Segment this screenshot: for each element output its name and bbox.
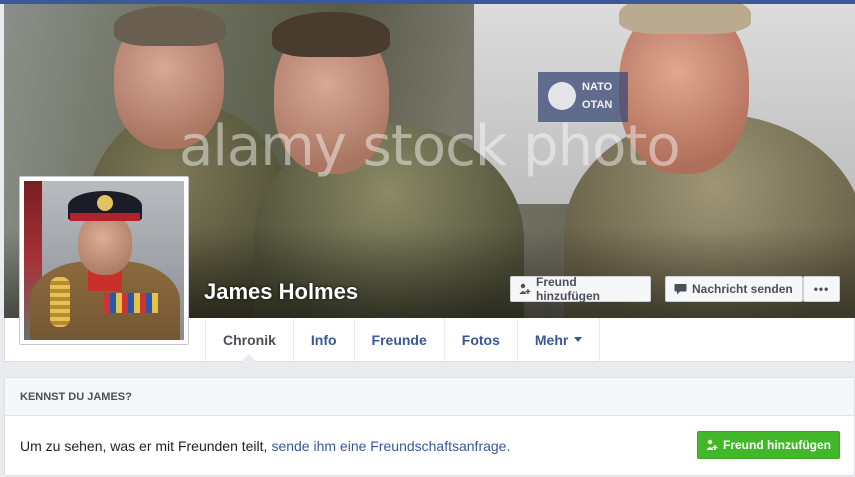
card-header: KENNST DU JAMES? <box>5 378 854 416</box>
chat-bubble-icon <box>674 284 687 295</box>
tab-mehr[interactable]: Mehr <box>516 318 601 361</box>
caret-down-icon <box>574 337 583 342</box>
tab-freunde[interactable]: Freunde <box>353 318 444 361</box>
add-friend-button[interactable]: Freund hinzufügen <box>510 275 651 303</box>
nato-emblem-icon <box>548 82 576 110</box>
tab-info[interactable]: Info <box>292 318 354 361</box>
send-message-button[interactable]: Nachricht senden <box>665 276 803 302</box>
avatar <box>24 181 184 340</box>
add-friend-green-button[interactable]: Freund hinzufügen <box>697 431 840 459</box>
watermark-text: alamy stock photo <box>179 114 681 179</box>
profile-name[interactable]: James Holmes <box>204 279 358 305</box>
profile-picture[interactable] <box>19 176 189 345</box>
profile-tabs: Chronik Info Freunde Fotos Mehr <box>205 318 601 362</box>
person-plus-icon <box>519 283 531 294</box>
tab-chronik[interactable]: Chronik <box>205 318 293 362</box>
person-plus-icon <box>706 439 718 450</box>
friend-request-link[interactable]: sende ihm eine Freundschaftsanfrage. <box>271 438 510 454</box>
ellipsis-icon: ••• <box>813 282 830 296</box>
know-person-card: KENNST DU JAMES? Um zu sehen, was er mit… <box>4 377 855 476</box>
medals <box>104 293 158 313</box>
cap-badge-icon <box>97 195 113 211</box>
tab-fotos[interactable]: Fotos <box>443 318 517 361</box>
card-text: Um zu sehen, was er mit Freunden teilt, <box>20 438 268 454</box>
more-options-button[interactable]: ••• <box>803 276 840 302</box>
